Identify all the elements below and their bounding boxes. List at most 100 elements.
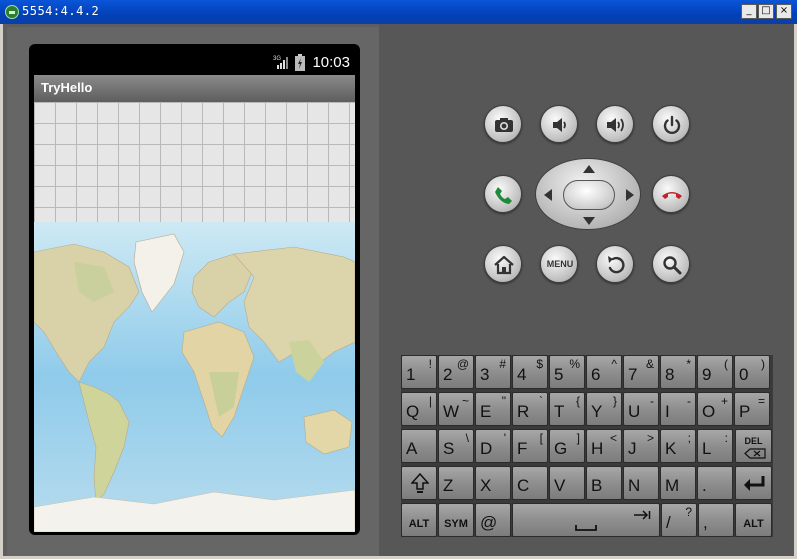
call-button[interactable]	[484, 175, 522, 213]
slash-label: /	[666, 513, 671, 532]
key-secondary-label: >	[646, 431, 654, 445]
key-row1-1[interactable]: 2 @	[438, 355, 474, 389]
key-label: Q	[406, 402, 420, 421]
key-row1-5[interactable]: 6 ^	[586, 355, 622, 389]
back-button[interactable]	[596, 245, 634, 283]
key-row2-2[interactable]: E "	[475, 392, 511, 426]
key-label: 9	[702, 365, 712, 384]
key-row3-6[interactable]: J >	[623, 429, 659, 463]
device-skin: 3G 10:03 TryHello	[7, 27, 379, 556]
volume-up-button[interactable]	[596, 105, 634, 143]
key-row4-7[interactable]: .	[697, 466, 733, 500]
comma-key[interactable]: ,	[698, 503, 734, 537]
search-icon	[663, 256, 682, 275]
key-row2-6[interactable]: U-	[623, 392, 659, 426]
home-icon	[494, 255, 514, 275]
key-row1-6[interactable]: 7 &	[623, 355, 659, 389]
map-loading-tiles[interactable]	[34, 102, 355, 222]
key-row2-5[interactable]: Y}	[586, 392, 622, 426]
power-icon	[663, 115, 681, 135]
close-button[interactable]: ×	[776, 4, 792, 19]
at-key[interactable]: @	[475, 503, 511, 537]
key-row1-2[interactable]: 3 #	[475, 355, 511, 389]
key-row4-4[interactable]: B	[586, 466, 622, 500]
key-label: Y	[591, 402, 603, 421]
key-secondary-label: -	[650, 394, 654, 408]
space-icon	[575, 525, 597, 531]
key-row4-5[interactable]: N	[623, 466, 659, 500]
key-row2-3[interactable]: R `	[512, 392, 548, 426]
emulator-window: 3G 10:03 TryHello MENU 1 ! 2 @ 3 # 4 $ 5…	[3, 24, 794, 556]
enter-key[interactable]	[735, 466, 772, 500]
shift-key[interactable]	[401, 466, 437, 500]
window-title: 5554:4.4.2	[22, 4, 100, 18]
dpad-left-icon[interactable]	[543, 188, 553, 202]
camera-icon	[495, 118, 513, 132]
dpad[interactable]	[535, 158, 641, 230]
key-secondary-label: ]	[576, 431, 580, 445]
key-row3-4[interactable]: G]	[549, 429, 585, 463]
key-row3-3[interactable]: F[	[512, 429, 548, 463]
menu-button[interactable]: MENU	[540, 245, 578, 283]
key-label: A	[406, 439, 418, 458]
volume-down-button[interactable]	[540, 105, 578, 143]
key-row3-5[interactable]: H <	[586, 429, 622, 463]
key-label: B	[591, 476, 603, 495]
key-row2-7[interactable]: I-	[660, 392, 696, 426]
dpad-right-icon[interactable]	[625, 188, 635, 202]
sym-key[interactable]: SYM	[438, 503, 474, 537]
window-titlebar[interactable]: 5554:4.4.2 _ □ ×	[0, 0, 797, 24]
key-row1-4[interactable]: 5%	[549, 355, 585, 389]
key-row1-7[interactable]: 8 *	[660, 355, 696, 389]
end-call-button[interactable]	[652, 175, 690, 213]
key-row3-8[interactable]: L:	[697, 429, 733, 463]
alt-left-key[interactable]: ALT	[401, 503, 437, 537]
key-row4-2[interactable]: C	[512, 466, 548, 500]
key-row2-1[interactable]: W ~	[438, 392, 474, 426]
minimize-button[interactable]: _	[741, 4, 757, 19]
key-label: 0	[739, 365, 749, 384]
maximize-button[interactable]: □	[758, 4, 774, 19]
key-row3-1[interactable]: S \	[438, 429, 474, 463]
device-screen[interactable]: 3G 10:03 TryHello	[29, 44, 360, 535]
signal-icon: 3G	[273, 56, 288, 69]
key-row1-9[interactable]: 0)	[734, 355, 770, 389]
key-row1-0[interactable]: 1!	[401, 355, 437, 389]
key-row1-8[interactable]: 9(	[697, 355, 733, 389]
key-label: 8	[665, 365, 675, 384]
dpad-down-icon[interactable]	[582, 216, 596, 226]
slash-key[interactable]: ? /	[661, 503, 697, 537]
key-label: S	[443, 439, 455, 458]
volume-down-icon	[553, 118, 566, 132]
key-row1-3[interactable]: 4 $	[512, 355, 548, 389]
dpad-up-icon[interactable]	[582, 164, 596, 174]
key-row4-3[interactable]: V	[549, 466, 585, 500]
key-row4-0[interactable]: Z	[438, 466, 474, 500]
key-label: K	[665, 439, 677, 458]
key-row3-0[interactable]: A	[401, 429, 437, 463]
status-bar: 3G 10:03	[34, 49, 355, 75]
key-secondary-label: #	[499, 357, 506, 371]
key-row2-8[interactable]: O +	[697, 392, 733, 426]
key-row3-7[interactable]: K;	[660, 429, 696, 463]
phone-green-icon	[495, 187, 512, 204]
key-label: X	[480, 476, 492, 495]
space-key[interactable]	[512, 503, 660, 537]
alt-left-label: ALT	[408, 518, 430, 530]
alt-right-key[interactable]: ALT	[735, 503, 772, 537]
world-map[interactable]	[34, 222, 355, 532]
key-row2-9[interactable]: P =	[734, 392, 770, 426]
key-row3-2[interactable]: D '	[475, 429, 511, 463]
key-row4-1[interactable]: X	[475, 466, 511, 500]
key-row4-6[interactable]: M	[660, 466, 696, 500]
home-button[interactable]	[484, 245, 522, 283]
key-row2-0[interactable]: Q |	[401, 392, 437, 426]
backspace-icon	[744, 448, 766, 459]
camera-button[interactable]	[484, 105, 522, 143]
key-label: D	[480, 439, 493, 458]
delete-key[interactable]: DEL	[735, 429, 772, 463]
search-button[interactable]	[652, 245, 690, 283]
power-button[interactable]	[652, 105, 690, 143]
key-row2-4[interactable]: T{	[549, 392, 585, 426]
dpad-center-button[interactable]	[563, 180, 615, 210]
